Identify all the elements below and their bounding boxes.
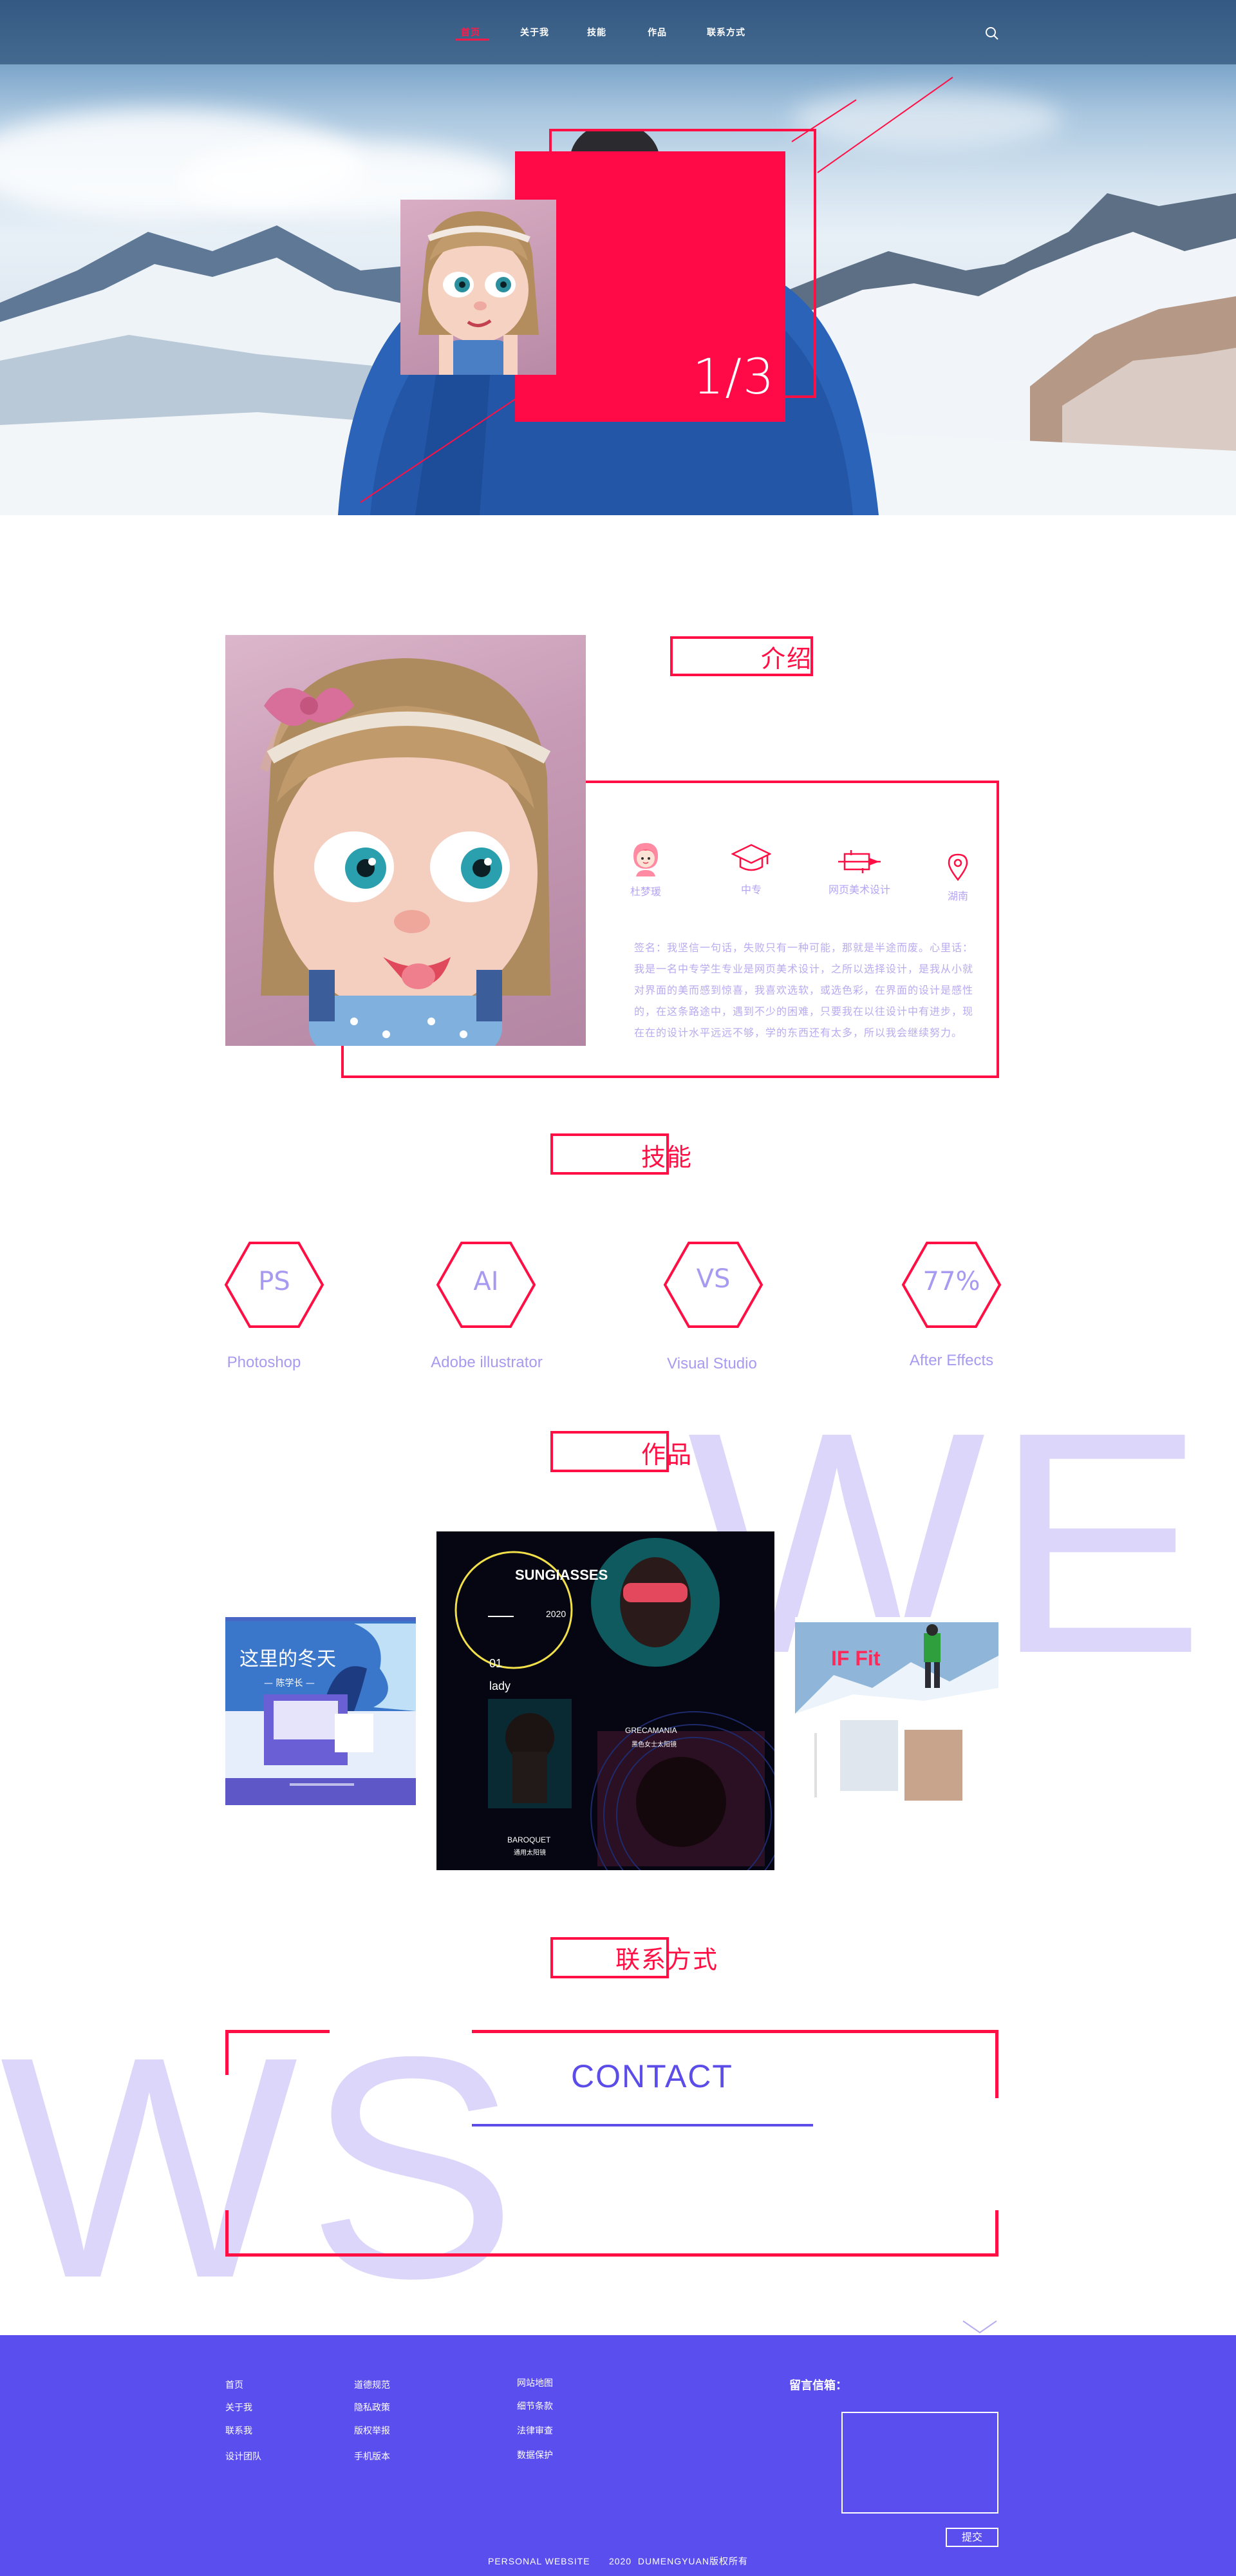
- sunglasses-caption-1: GRECAMANIA: [625, 1726, 677, 1735]
- skill-abbr: PS: [258, 1267, 290, 1296]
- submit-button[interactable]: 提交: [946, 2528, 998, 2547]
- info-major-label: 网页美术设计: [828, 884, 890, 896]
- search-icon[interactable]: [984, 26, 1000, 41]
- pen-tool-icon: [838, 850, 881, 873]
- footer-link-mobile[interactable]: 手机版本: [354, 2450, 390, 2463]
- footer-link-privacy[interactable]: 隐私政策: [354, 2401, 390, 2414]
- works-section-title: 作品: [641, 1441, 693, 1469]
- skill-name: Adobe illustrator: [431, 1354, 543, 1371]
- contact-frame-top-right: [472, 2030, 998, 2033]
- fitness-headline: IF Fit: [831, 1647, 881, 1670]
- nav-item-home[interactable]: 首页: [461, 26, 480, 39]
- top-navigation: 首页 关于我 技能 作品 联系方式: [0, 0, 1236, 64]
- skill-hexagon-ai: AI: [436, 1241, 536, 1329]
- skills-section-title: 技能: [641, 1143, 693, 1171]
- winter-headline: 这里的冬天: [239, 1648, 336, 1671]
- skill-abbr: AI: [473, 1267, 499, 1296]
- footer-copyright: PERSONAL WEBSITE 2020 DUMENGYUAN版权所有: [487, 2556, 748, 2566]
- intro-portrait: [225, 635, 586, 1046]
- hero-banner: 1/3 首页 关于我 技能 作品 联系方式: [0, 0, 1236, 515]
- contact-frame-right-lower: [995, 2210, 998, 2257]
- contact-frame-top-left: [225, 2030, 330, 2033]
- footer-link-copyright-report[interactable]: 版权举报: [354, 2424, 390, 2437]
- skill-hexagon-vs: VS: [663, 1241, 763, 1329]
- footer-link-legal[interactable]: 法律审查: [517, 2424, 553, 2437]
- info-location-label: 湖南: [947, 890, 968, 902]
- footer-link-contact[interactable]: 联系我: [225, 2424, 252, 2437]
- info-education-label: 中专: [740, 884, 762, 896]
- footer-link-sitemap[interactable]: 网站地图: [517, 2376, 553, 2389]
- contact-frame-left-upper: [225, 2030, 229, 2075]
- skill-hexagon-ae: 77%: [901, 1241, 1002, 1329]
- chevron-down-icon[interactable]: [962, 2320, 998, 2334]
- intro-section-title: 介绍: [761, 645, 813, 673]
- footer-link-about[interactable]: 关于我: [225, 2401, 252, 2414]
- intro-description: 签名：我坚信一句话，失败只有一种可能，那就是半途而废。心里话：我是一名中专学生专…: [634, 942, 974, 1039]
- hero-decorative-lines: [360, 77, 953, 503]
- work-thumbnail-sunglasses[interactable]: SUNGIASSES 2020 01 lady GRECAMANIA 黑色女士太…: [436, 1531, 774, 1870]
- footer-link-data-protection[interactable]: 数据保护: [517, 2448, 553, 2461]
- sunglasses-number: 01: [489, 1657, 503, 1670]
- skill-hexagon-ps: PS: [224, 1241, 324, 1329]
- contact-section-title: 联系方式: [615, 1946, 719, 1974]
- work-thumbnail-fitness[interactable]: IF Fit: [795, 1617, 998, 1805]
- info-major: 网页美术设计: [814, 849, 904, 896]
- info-name: 杜梦瑗: [601, 840, 691, 898]
- contact-background-text: WS: [0, 1991, 527, 2344]
- location-pin-icon: [948, 853, 968, 881]
- info-location: 湖南: [913, 853, 1003, 903]
- info-education: 中专: [706, 842, 796, 896]
- site-footer: [0, 2335, 1236, 2576]
- footer-link-terms[interactable]: 细节条款: [517, 2400, 553, 2412]
- fitness-site-preview: [795, 1617, 998, 1801]
- nav-item-contact[interactable]: 联系方式: [707, 26, 745, 39]
- work-thumbnail-winter[interactable]: 这里的冬天 — 陈学长 —: [225, 1617, 416, 1805]
- sunglasses-year: 2020: [546, 1609, 566, 1619]
- footer-link-team[interactable]: 设计团队: [225, 2450, 261, 2463]
- skill-name: Photoshop: [227, 1354, 301, 1371]
- message-textarea[interactable]: [841, 2412, 998, 2514]
- sunglasses-tag: lady: [489, 1680, 511, 1692]
- info-name-label: 杜梦瑗: [630, 886, 661, 898]
- contact-frame-bottom: [225, 2253, 998, 2257]
- winter-subtitle: — 陈学长 —: [264, 1678, 315, 1689]
- graduation-cap-icon: [731, 844, 771, 871]
- footer-link-ethics[interactable]: 道德规范: [354, 2378, 390, 2391]
- contact-heading: CONTACT: [571, 2058, 733, 2094]
- skill-abbr: 77%: [922, 1267, 980, 1296]
- nav-active-indicator: [456, 39, 489, 41]
- footer-link-home[interactable]: 首页: [225, 2378, 243, 2391]
- nav-item-about[interactable]: 关于我: [520, 26, 549, 39]
- contact-heading-underline: [472, 2124, 813, 2126]
- contact-frame-right-upper: [995, 2030, 998, 2098]
- sunglasses-caption-2-sub: 通用太阳镜: [514, 1850, 546, 1857]
- contact-frame-left-lower: [225, 2210, 229, 2257]
- nav-item-skills[interactable]: 技能: [587, 26, 606, 39]
- skill-abbr: VS: [696, 1264, 731, 1294]
- girl-avatar-icon: [633, 843, 658, 876]
- sunglasses-headline: SUNGIASSES: [515, 1567, 608, 1583]
- sunglasses-caption-2: BAROQUET: [507, 1835, 551, 1844]
- sunglasses-caption-1-sub: 黑色女士太阳镜: [632, 1741, 677, 1748]
- cartoon-girl-portrait: [259, 658, 551, 1046]
- nav-item-works[interactable]: 作品: [648, 26, 667, 39]
- message-box-label: 留言信箱：: [789, 2379, 847, 2392]
